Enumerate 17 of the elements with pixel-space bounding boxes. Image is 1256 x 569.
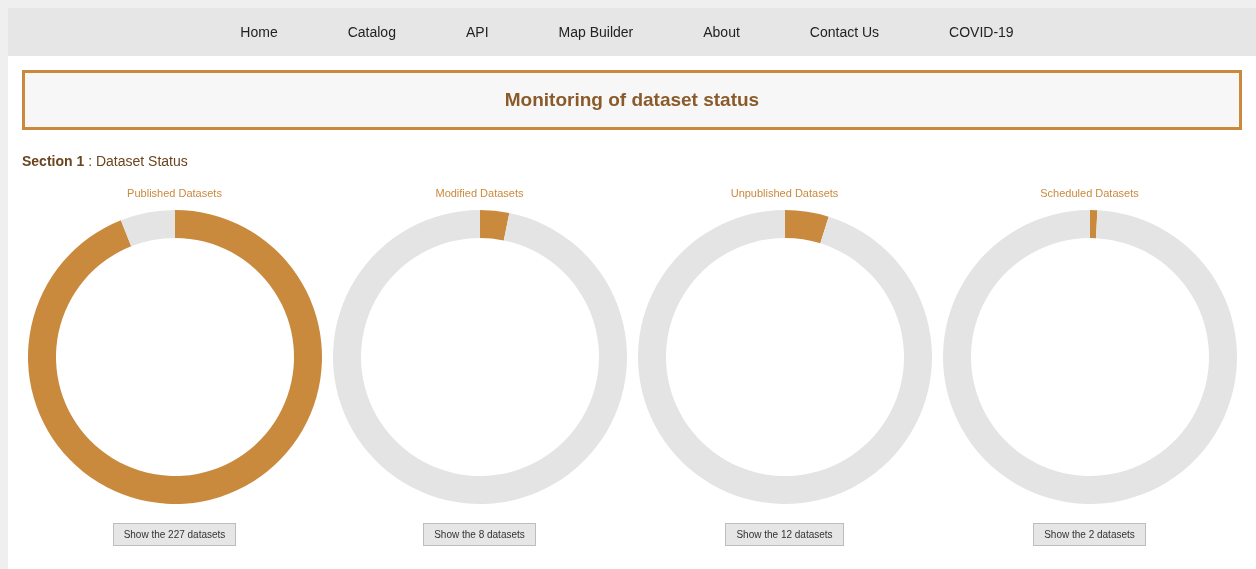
gauge-title: Modified Datasets xyxy=(435,188,524,199)
page-title: Monitoring of dataset status xyxy=(504,87,760,112)
gauge-title: Published Datasets xyxy=(127,188,222,199)
nav-link[interactable]: API xyxy=(465,21,489,43)
show-datasets-button[interactable]: Show the 12 datasets xyxy=(725,523,844,546)
nav-link[interactable]: Catalog xyxy=(347,21,396,43)
section-heading: Section 1 : Dataset Status xyxy=(22,152,189,171)
show-datasets-button[interactable]: Show the 2 datasets xyxy=(1033,523,1146,546)
nav-link[interactable]: Home xyxy=(240,21,278,43)
show-datasets-button[interactable]: Show the 8 datasets xyxy=(423,523,536,546)
nav-link[interactable]: Contact Us xyxy=(809,21,880,43)
nav-link[interactable]: About xyxy=(703,21,740,43)
nav-link[interactable]: COVID-19 xyxy=(949,21,1014,43)
nav-link[interactable]: Map Builder xyxy=(558,21,634,43)
gauge-title: Unpublished Datasets xyxy=(730,188,839,199)
show-datasets-button[interactable]: Show the 227 datasets xyxy=(112,523,237,546)
gauge-title: Scheduled Datasets xyxy=(1040,188,1139,199)
